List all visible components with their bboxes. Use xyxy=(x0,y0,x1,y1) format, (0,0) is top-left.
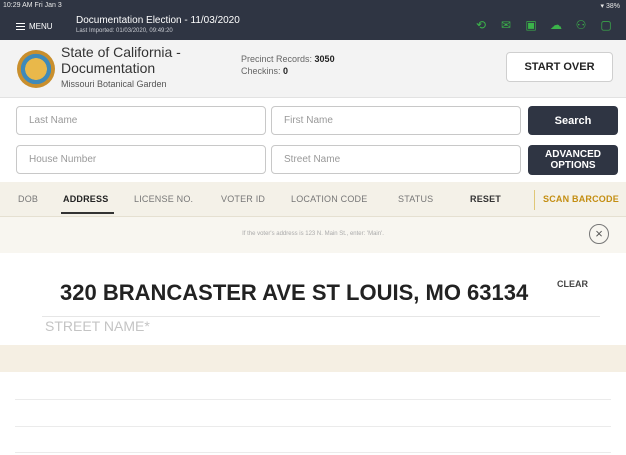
menu-label: MENU xyxy=(29,22,53,31)
street-name-label: STREET NAME* xyxy=(45,318,150,334)
top-icon-group: ⟲ ✉ ▣ ☁ ⚇ ▢ xyxy=(473,17,614,33)
tab-license-no[interactable]: LICENSE NO. xyxy=(134,194,193,204)
reset-button[interactable]: RESET xyxy=(470,194,501,204)
app-window: 10:29 AM Fri Jan 3 ▾ 38% MENU Documentat… xyxy=(0,0,626,455)
first-name-input[interactable]: First Name xyxy=(271,106,521,135)
battery-indicator: ▾ 38% xyxy=(601,2,620,10)
search-button[interactable]: Search xyxy=(528,106,618,135)
tab-voter-id[interactable]: VOTER ID xyxy=(221,194,265,204)
users-icon[interactable]: ⚇ xyxy=(573,17,589,33)
advanced-options-button[interactable]: ADVANCED OPTIONS xyxy=(528,145,618,175)
tab-status[interactable]: STATUS xyxy=(398,194,433,204)
list-divider xyxy=(15,426,611,427)
device-icon[interactable]: ▣ xyxy=(523,17,539,33)
advanced-line2: OPTIONS xyxy=(550,160,596,171)
menu-button[interactable]: MENU xyxy=(16,22,53,31)
clear-button[interactable]: CLEAR xyxy=(557,279,588,289)
scan-divider xyxy=(534,190,535,210)
precinct-label: Precinct Records: xyxy=(241,54,313,64)
list-divider xyxy=(15,452,611,453)
state-name: State of California - Documentation xyxy=(61,44,181,76)
precinct-value: 3050 xyxy=(314,54,335,64)
tab-dob[interactable]: DOB xyxy=(18,194,38,204)
cloud-icon[interactable]: ☁ xyxy=(548,17,564,33)
street-name-input[interactable]: Street Name xyxy=(271,145,521,174)
checkins-value: 0 xyxy=(283,66,289,76)
hint-row: If the voter's address is 123 N. Main St… xyxy=(0,217,626,253)
search-form: Last Name First Name Search House Number… xyxy=(0,98,626,182)
advanced-line1: ADVANCED xyxy=(545,149,601,160)
chat-icon[interactable]: ▢ xyxy=(598,17,614,33)
result-highlight-row[interactable] xyxy=(0,345,626,372)
scan-barcode-button[interactable]: SCAN BARCODE xyxy=(543,194,619,204)
tab-address[interactable]: ADDRESS xyxy=(63,194,108,204)
list-divider xyxy=(15,399,611,400)
status-time: 10:29 AM Fri Jan 3 xyxy=(3,2,62,9)
checkins-label: Checkins: xyxy=(241,66,281,76)
precinct-records: Precinct Records: 3050 xyxy=(241,54,335,64)
last-imported: Last Imported: 01/03/2020, 09:49:20 xyxy=(76,28,173,34)
wifi-icon: ▾ xyxy=(600,3,605,10)
location-name: Missouri Botanical Garden xyxy=(61,79,167,89)
last-name-input[interactable]: Last Name xyxy=(16,106,266,135)
top-bar: 10:29 AM Fri Jan 3 ▾ 38% MENU Documentat… xyxy=(0,0,626,40)
history-icon[interactable]: ⟲ xyxy=(473,17,489,33)
battery-level: 38% xyxy=(605,3,620,10)
checkins-count: Checkins: 0 xyxy=(241,66,288,76)
election-title: Documentation Election - 11/03/2020 xyxy=(76,15,240,26)
state-seal-logo xyxy=(17,50,55,88)
search-tabs: DOB ADDRESS LICENSE NO. VOTER ID LOCATIO… xyxy=(0,182,626,217)
close-icon[interactable]: × xyxy=(589,224,609,244)
mail-icon[interactable]: ✉ xyxy=(498,17,514,33)
field-divider xyxy=(42,316,600,317)
address-value[interactable]: 320 BRANCASTER AVE ST LOUIS, MO 63134 xyxy=(60,280,528,306)
page-header: State of California - Documentation Miss… xyxy=(0,40,626,98)
active-tab-indicator xyxy=(61,212,114,214)
tab-location-code[interactable]: LOCATION CODE xyxy=(291,194,367,204)
hamburger-icon xyxy=(16,23,25,30)
start-over-button[interactable]: START OVER xyxy=(506,52,613,82)
address-hint: If the voter's address is 123 N. Main St… xyxy=(242,231,384,237)
house-number-input[interactable]: House Number xyxy=(16,145,266,174)
